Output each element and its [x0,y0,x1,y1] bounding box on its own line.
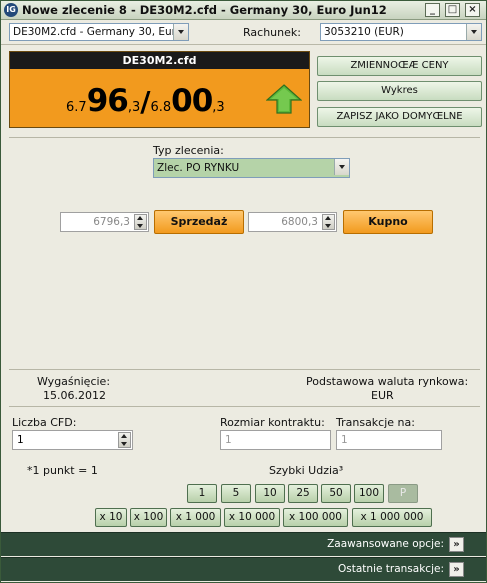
contract-size-label: Rozmiar kontraktu: [220,416,325,429]
expand-icon[interactable]: » [449,537,464,552]
recent-transactions-label: Ostatnie transakcje: [338,563,444,575]
quick-button-25[interactable]: 25 [288,484,318,503]
multiplier-x100000-button[interactable]: x 100 000 [283,508,348,527]
currency-label: Podstawowa waluta rynkowa: [306,375,469,388]
order-type-select[interactable]: Zlec. PO RYNKU [153,158,350,178]
expiry-label: Wygaśnięcie: [37,375,111,388]
order-type-value: Zlec. PO RYNKU [157,162,240,174]
restore-button[interactable]: □ [445,3,460,17]
logo-icon: IG [4,3,18,17]
multiplier-x1000000-button[interactable]: x 1 000 000 [352,508,432,527]
currency-value: EUR [371,389,394,402]
quick-button-5[interactable]: 5 [221,484,251,503]
bid-prefix: 6.7 [66,100,87,115]
cfd-count-stepper[interactable]: 1 [12,430,133,450]
buy-price-stepper[interactable]: 6800,3 [248,212,337,232]
divider [9,369,480,370]
multiplier-x1000-button[interactable]: x 1 000 [170,508,221,527]
price-quote: 6.796,3/6.800,3 [66,83,225,119]
advanced-options-bar[interactable]: Zaawansowane opcje: » [1,532,486,556]
multiplier-x10000-button[interactable]: x 10 000 [224,508,280,527]
price-instrument: DE30M2.cfd [10,52,309,69]
account-select-value: 3053210 (EUR) [324,26,404,38]
stepper-arrows-icon[interactable] [134,214,147,230]
up-arrow-icon [266,84,302,114]
contract-size-value: 1 [225,434,232,446]
divider [9,406,480,407]
account-label: Rachunek: [243,26,301,39]
stepper-arrows-icon[interactable] [322,214,335,230]
chart-button[interactable]: Wykres [317,81,482,101]
ask-prefix: 6.8 [150,100,172,115]
quick-button-50[interactable]: 50 [321,484,351,503]
save-default-button[interactable]: ZAPISZ JAKO DOMYŒLNE [317,107,482,127]
quick-button-100[interactable]: 100 [354,484,384,503]
chevron-down-icon[interactable] [334,159,349,175]
cfd-count-label: Liczba CFD: [12,416,77,429]
account-select[interactable]: 3053210 (EUR) [320,23,482,41]
price-changes-button[interactable]: ZMIENNOŒÆ CENY [317,56,482,76]
instrument-select[interactable]: DE30M2.cfd - Germany 30, Euro [9,23,189,41]
sell-price-value: 6796,3 [93,216,130,228]
expand-icon[interactable]: » [449,562,464,577]
quick-button-1[interactable]: 1 [187,484,217,503]
ask-main: 00 [171,83,213,119]
quick-label: Szybki Udzia³ [269,464,344,477]
chevron-down-icon[interactable] [173,24,188,40]
stepper-arrows-icon[interactable] [118,432,131,448]
transactions-value: 1 [341,434,348,446]
chevron-down-icon[interactable] [466,24,481,40]
multiplier-x10-button[interactable]: x 10 [95,508,127,527]
point-note: *1 punkt = 1 [27,464,98,477]
order-type-label: Typ zlecenia: [153,144,224,157]
price-slash: / [140,85,151,118]
buy-button[interactable]: Kupno [343,210,433,234]
quick-button-p[interactable]: P [388,484,418,503]
ask-sub: ,3 [212,100,225,115]
title-bar[interactable]: IG Nowe zlecenie 8 - DE30M2.cfd - German… [1,1,486,20]
selector-row: DE30M2.cfd - Germany 30, Euro Rachunek: … [1,21,486,45]
advanced-options-label: Zaawansowane opcje: [327,538,444,550]
multiplier-x100-button[interactable]: x 100 [130,508,167,527]
expiry-value: 15.06.2012 [43,389,106,402]
order-window: IG Nowe zlecenie 8 - DE30M2.cfd - German… [0,0,487,583]
close-button[interactable]: × [465,3,480,17]
bid-main: 96 [86,83,129,119]
sell-price-stepper[interactable]: 6796,3 [60,212,149,232]
price-panel: DE30M2.cfd 6.796,3/6.800,3 [9,51,310,128]
window-title: Nowe zlecenie 8 - DE30M2.cfd - Germany 3… [22,3,387,17]
minimize-button[interactable]: _ [425,3,440,17]
recent-transactions-bar[interactable]: Ostatnie transakcje: » [1,557,486,581]
cfd-count-value: 1 [17,434,24,446]
instrument-select-value: DE30M2.cfd - Germany 30, Euro [13,26,183,38]
bid-sub: ,3 [127,100,141,115]
transactions-field[interactable]: 1 [336,430,442,450]
contract-size-field[interactable]: 1 [220,430,331,450]
sell-button[interactable]: Sprzedaż [154,210,244,234]
divider [9,137,480,138]
buy-price-value: 6800,3 [281,216,318,228]
transactions-label: Transakcje na: [336,416,415,429]
quick-button-10[interactable]: 10 [255,484,285,503]
